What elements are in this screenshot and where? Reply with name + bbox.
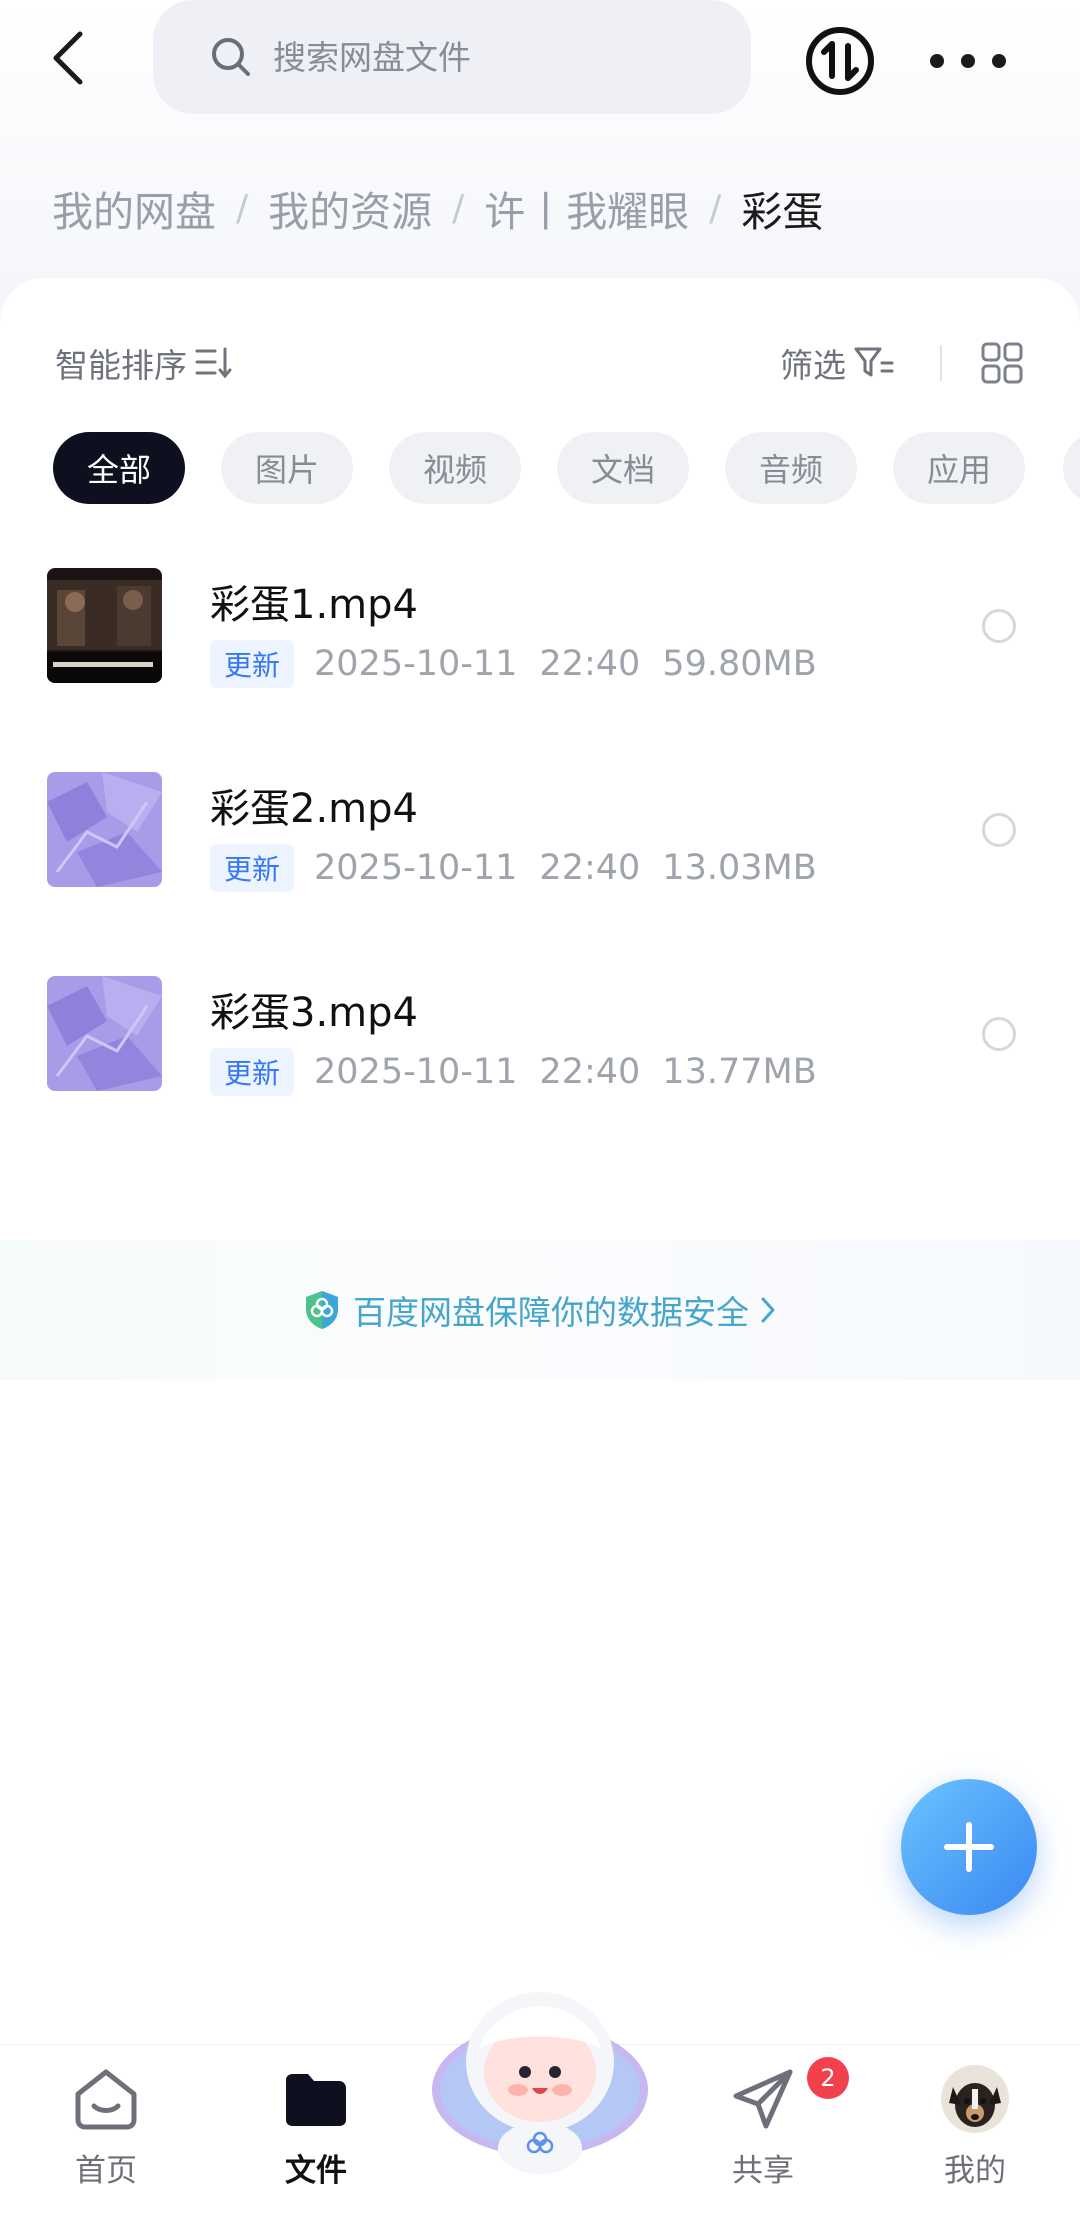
- file-name: 彩蛋1.mp4: [210, 582, 418, 628]
- filter-group: 筛选: [780, 335, 1024, 391]
- tab-apps[interactable]: 应用: [893, 432, 1025, 504]
- breadcrumb-separator: /: [709, 187, 722, 229]
- file-meta: 更新 2025-10-11 22:40 13.03MB: [210, 844, 817, 892]
- list-item[interactable]: 彩蛋1.mp4 更新 2025-10-11 22:40 59.80MB: [0, 568, 1080, 768]
- filter-button[interactable]: 筛选: [780, 339, 846, 387]
- sort-button[interactable]: 智能排序: [55, 335, 233, 391]
- search-input[interactable]: [273, 37, 713, 77]
- select-radio[interactable]: [982, 609, 1016, 643]
- nav-label: 我的: [944, 2153, 1006, 2189]
- update-badge: 更新: [210, 844, 295, 892]
- plus-icon: [944, 1822, 994, 1872]
- tab-audio[interactable]: 音频: [725, 432, 857, 504]
- more-dot-icon: [930, 54, 944, 68]
- file-name: 彩蛋3.mp4: [210, 990, 418, 1036]
- file-date: 2025-10-11: [314, 848, 518, 888]
- toolbar-divider: [940, 345, 942, 381]
- send-icon: 2: [727, 2057, 849, 2135]
- avatar: [941, 2065, 1009, 2133]
- transfer-button[interactable]: [805, 26, 875, 96]
- file-time: 22:40: [539, 848, 641, 888]
- breadcrumb: 我的网盘 / 我的资源 / 许丨我耀眼 / 彩蛋: [52, 178, 823, 238]
- file-size: 13.77MB: [662, 1052, 817, 1092]
- select-radio[interactable]: [982, 813, 1016, 847]
- nav-label: 文件: [285, 2153, 347, 2189]
- security-text: 百度网盘保障你的数据安全: [353, 1293, 749, 1332]
- more-dot-icon: [992, 54, 1006, 68]
- file-meta: 更新 2025-10-11 22:40 59.80MB: [210, 640, 817, 688]
- more-dot-icon: [961, 54, 975, 68]
- file-time: 22:40: [539, 644, 641, 684]
- search-bar[interactable]: [153, 0, 751, 114]
- file-name: 彩蛋2.mp4: [210, 786, 418, 832]
- breadcrumb-item[interactable]: 我的资源: [268, 178, 432, 238]
- shield-icon: [306, 1291, 338, 1329]
- breadcrumb-separator: /: [236, 187, 249, 229]
- select-radio[interactable]: [982, 1017, 1016, 1051]
- add-button[interactable]: [901, 1779, 1037, 1915]
- list-item[interactable]: 彩蛋3.mp4 更新 2025-10-11 22:40 13.77MB: [0, 976, 1080, 1176]
- breadcrumb-item[interactable]: 许丨我耀眼: [484, 178, 689, 238]
- breadcrumb-separator: /: [452, 187, 465, 229]
- video-thumbnail: [47, 976, 162, 1091]
- file-meta: 更新 2025-10-11 22:40 13.77MB: [210, 1048, 817, 1096]
- tab-all[interactable]: 全部: [53, 432, 185, 504]
- list-item[interactable]: 彩蛋2.mp4 更新 2025-10-11 22:40 13.03MB: [0, 772, 1080, 972]
- file-size: 13.03MB: [662, 848, 817, 888]
- breadcrumb-item[interactable]: 我的网盘: [52, 178, 216, 238]
- breadcrumb-current: 彩蛋: [741, 188, 824, 236]
- back-button[interactable]: [38, 22, 98, 94]
- chevron-left-icon: [53, 31, 83, 85]
- grid-view-icon[interactable]: [980, 341, 1024, 385]
- more-options-button[interactable]: [930, 26, 1006, 96]
- nav-share[interactable]: 2 共享: [693, 2057, 849, 2233]
- sort-label: 智能排序: [55, 346, 187, 385]
- security-banner[interactable]: 百度网盘保障你的数据安全: [0, 1240, 1080, 1380]
- notification-badge: 2: [807, 2057, 849, 2099]
- search-icon: [212, 38, 250, 76]
- sort-icon: [195, 347, 232, 379]
- nav-label: 首页: [75, 2153, 137, 2189]
- file-size: 59.80MB: [662, 644, 817, 684]
- file-date: 2025-10-11: [314, 644, 518, 684]
- chevron-right-icon: [761, 1297, 775, 1323]
- avatar-wrapper: [939, 2063, 1011, 2135]
- file-time: 22:40: [539, 1052, 641, 1092]
- nav-files[interactable]: 文件: [246, 2063, 386, 2233]
- nav-home[interactable]: 首页: [36, 2063, 176, 2233]
- home-icon: [70, 2063, 142, 2135]
- category-tabs: 全部 图片 视频 文档 音频 应用: [53, 432, 1061, 504]
- update-badge: 更新: [210, 1048, 295, 1096]
- file-date: 2025-10-11: [314, 1052, 518, 1092]
- tab-documents[interactable]: 文档: [557, 432, 689, 504]
- video-thumbnail: [47, 568, 162, 683]
- nav-label: 共享: [732, 2153, 794, 2189]
- tab-videos[interactable]: 视频: [389, 432, 521, 504]
- mascot-icon: [432, 1992, 648, 2174]
- tab-images[interactable]: 图片: [221, 432, 353, 504]
- nav-me[interactable]: 我的: [905, 2063, 1045, 2233]
- folder-icon: [280, 2063, 352, 2135]
- video-thumbnail: [47, 772, 162, 887]
- assistant-mascot-button[interactable]: [428, 1980, 652, 2180]
- update-badge: 更新: [210, 640, 295, 688]
- transfer-icon: [806, 27, 874, 95]
- filter-icon[interactable]: [852, 343, 896, 383]
